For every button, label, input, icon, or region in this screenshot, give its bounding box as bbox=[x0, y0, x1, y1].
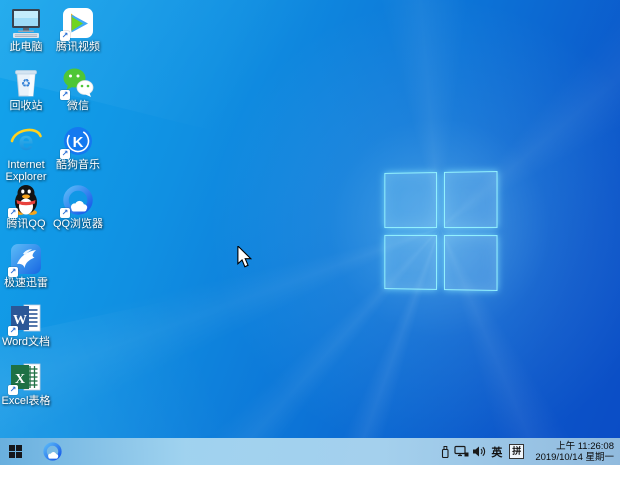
cloud-ring-icon: ↗ bbox=[61, 183, 95, 217]
k-circle-icon: K ↗ bbox=[61, 124, 95, 158]
windows-logo-pane bbox=[443, 235, 497, 291]
svg-text:K: K bbox=[73, 134, 84, 151]
ime-pinyin-icon[interactable]: 拼 bbox=[509, 444, 524, 459]
desktop-icon-tencent-qq[interactable]: ↗ 腾讯QQ bbox=[0, 183, 52, 241]
desktop-icon-label: 腾讯视频 bbox=[52, 41, 104, 53]
shortcut-arrow-icon: ↗ bbox=[60, 208, 70, 218]
windows-flag-icon bbox=[9, 445, 22, 458]
penguin-icon: ↗ bbox=[9, 183, 43, 217]
chat-bubbles-icon: ↗ bbox=[61, 65, 95, 99]
desktop-icon-excel[interactable]: X ↗ Excel表格 bbox=[0, 360, 52, 418]
desktop-icon-recycle-bin[interactable]: ♻ 回收站 bbox=[0, 65, 52, 123]
clock-time: 上午 11:26:08 bbox=[535, 441, 614, 452]
desktop-icon-word[interactable]: W ↗ Word文档 bbox=[0, 301, 52, 359]
desktop-icon-label: 腾讯QQ bbox=[0, 218, 52, 230]
desktop-icon-thunder[interactable]: ↗ 极速迅雷 bbox=[0, 242, 52, 300]
desktop-icon-label: Excel表格 bbox=[0, 395, 52, 407]
taskbar-app-qq-browser[interactable] bbox=[38, 438, 66, 465]
ime-language-indicator[interactable]: 英 bbox=[487, 444, 506, 460]
desktop-icon-qq-browser[interactable]: ↗ QQ浏览器 bbox=[52, 183, 104, 241]
shortcut-arrow-icon: ↗ bbox=[8, 326, 18, 336]
desktop-icon-label: Internet Explorer bbox=[0, 159, 52, 183]
play-logo-icon: ↗ bbox=[61, 6, 95, 40]
system-tray: 英 拼 上午 11:26:08 2019/10/14 星期一 bbox=[436, 438, 620, 465]
usb-icon[interactable] bbox=[436, 438, 453, 465]
start-button[interactable] bbox=[0, 438, 30, 465]
bird-icon: ↗ bbox=[9, 242, 43, 276]
shortcut-arrow-icon: ↗ bbox=[60, 31, 70, 41]
windows-logo-pane bbox=[443, 171, 497, 227]
shortcut-arrow-icon: ↗ bbox=[60, 149, 70, 159]
windows-logo bbox=[384, 171, 497, 291]
cloud-ring-icon bbox=[42, 441, 63, 462]
taskbar-clock[interactable]: 上午 11:26:08 2019/10/14 星期一 bbox=[527, 441, 620, 463]
network-icon[interactable] bbox=[453, 438, 470, 465]
desktop-icon-label: 极速迅雷 bbox=[0, 277, 52, 289]
excel-x-icon: X ↗ bbox=[9, 360, 43, 394]
desktop-icon-tencent-video[interactable]: ↗ 腾讯视频 bbox=[52, 6, 104, 64]
desktop-icon-label: 回收站 bbox=[0, 100, 52, 112]
desktop-icon-label: Word文档 bbox=[0, 336, 52, 348]
desktop-icon-label: 酷狗音乐 bbox=[52, 159, 104, 171]
shortcut-arrow-icon: ↗ bbox=[8, 208, 18, 218]
clock-date: 2019/10/14 星期一 bbox=[535, 452, 614, 463]
trash-bin-icon: ♻ bbox=[9, 65, 43, 99]
desktop-icon-wechat[interactable]: ↗ 微信 bbox=[52, 65, 104, 123]
monitor-icon bbox=[9, 6, 43, 40]
volume-icon[interactable] bbox=[470, 438, 487, 465]
desktop-icon-label: QQ浏览器 bbox=[52, 218, 104, 230]
desktop-icon-kugou-music[interactable]: K ↗ 酷狗音乐 bbox=[52, 124, 104, 182]
desktop-icon-label: 微信 bbox=[52, 100, 104, 112]
shortcut-arrow-icon: ↗ bbox=[8, 267, 18, 277]
taskbar: 英 拼 上午 11:26:08 2019/10/14 星期一 bbox=[0, 438, 620, 465]
word-w-icon: W ↗ bbox=[9, 301, 43, 335]
svg-text:♻: ♻ bbox=[21, 77, 31, 90]
windows-logo-pane bbox=[384, 234, 436, 289]
desktop-icon-internet-explorer[interactable]: e Internet Explorer bbox=[0, 124, 52, 182]
windows-logo-pane bbox=[384, 172, 436, 227]
shortcut-arrow-icon: ↗ bbox=[8, 385, 18, 395]
desktop-icon-this-pc[interactable]: 此电脑 bbox=[0, 6, 52, 64]
ie-e-icon: e bbox=[9, 124, 43, 158]
shortcut-arrow-icon: ↗ bbox=[60, 90, 70, 100]
desktop-icon-label: 此电脑 bbox=[0, 41, 52, 53]
